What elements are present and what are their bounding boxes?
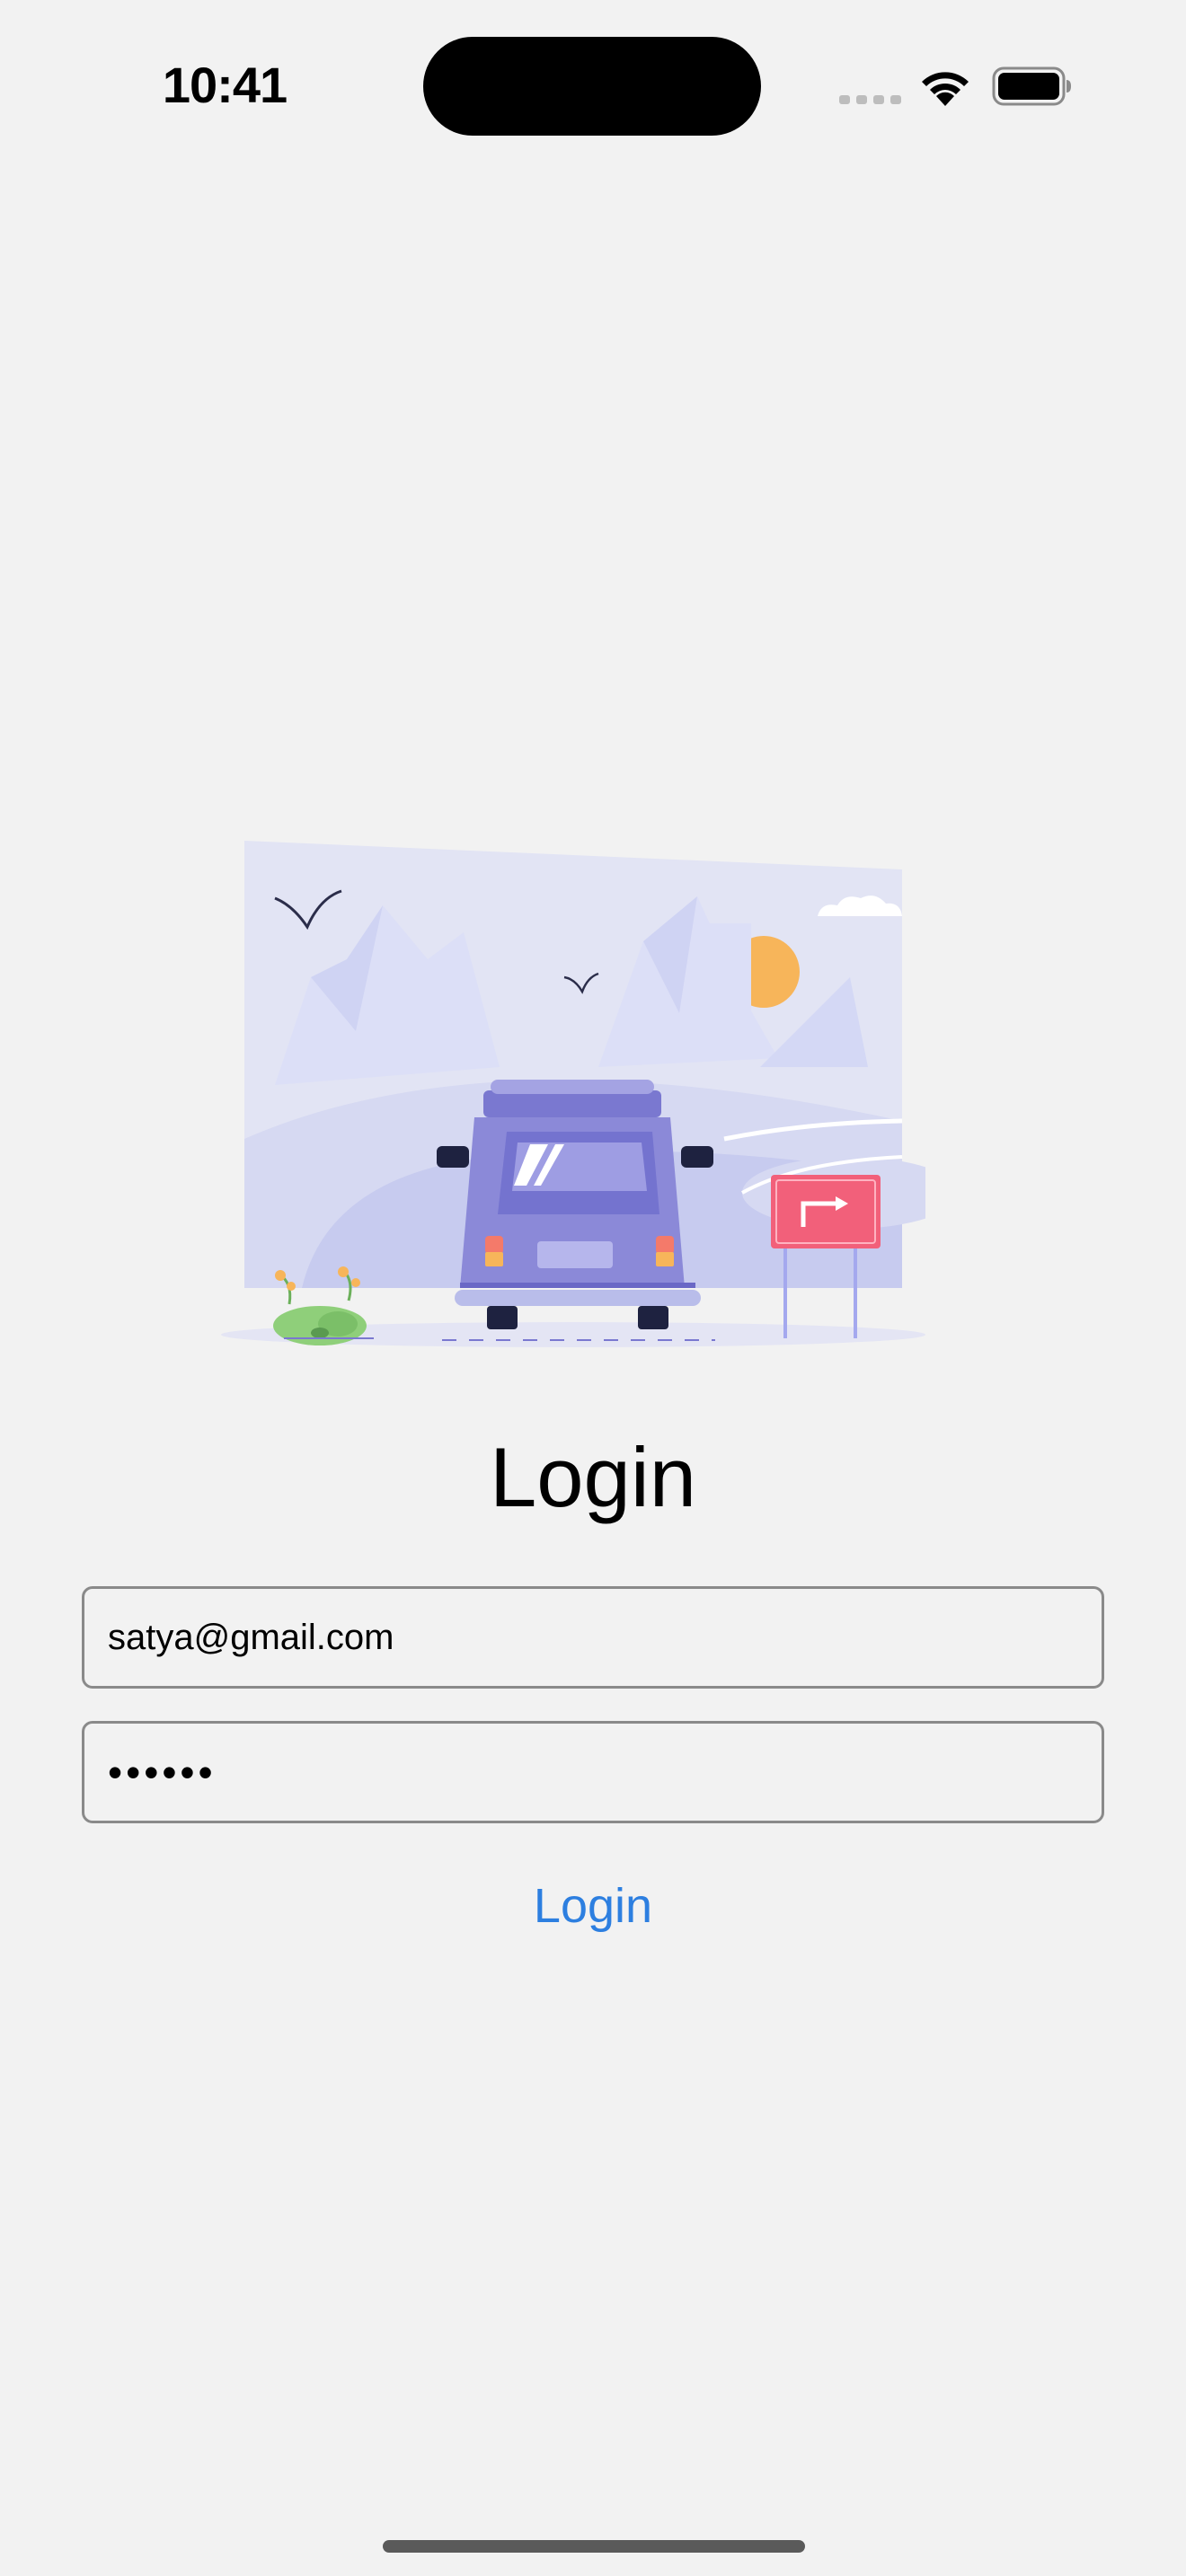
- home-indicator[interactable]: [383, 2540, 805, 2553]
- van-on-road-illustration: [221, 841, 925, 1347]
- status-bar-time: 10:41: [162, 57, 288, 113]
- email-field[interactable]: [82, 1586, 1104, 1689]
- login-screen: 10:41 Login satya@gmail.com •••••• Login: [0, 0, 1186, 2576]
- password-field[interactable]: [82, 1721, 1104, 1823]
- battery-icon: [992, 66, 1071, 106]
- dynamic-island: [423, 37, 761, 136]
- cellular-signal-icon: [839, 95, 901, 104]
- login-button[interactable]: Login: [458, 1870, 728, 1942]
- wifi-icon: [922, 72, 969, 106]
- page-title: Login: [490, 1430, 696, 1524]
